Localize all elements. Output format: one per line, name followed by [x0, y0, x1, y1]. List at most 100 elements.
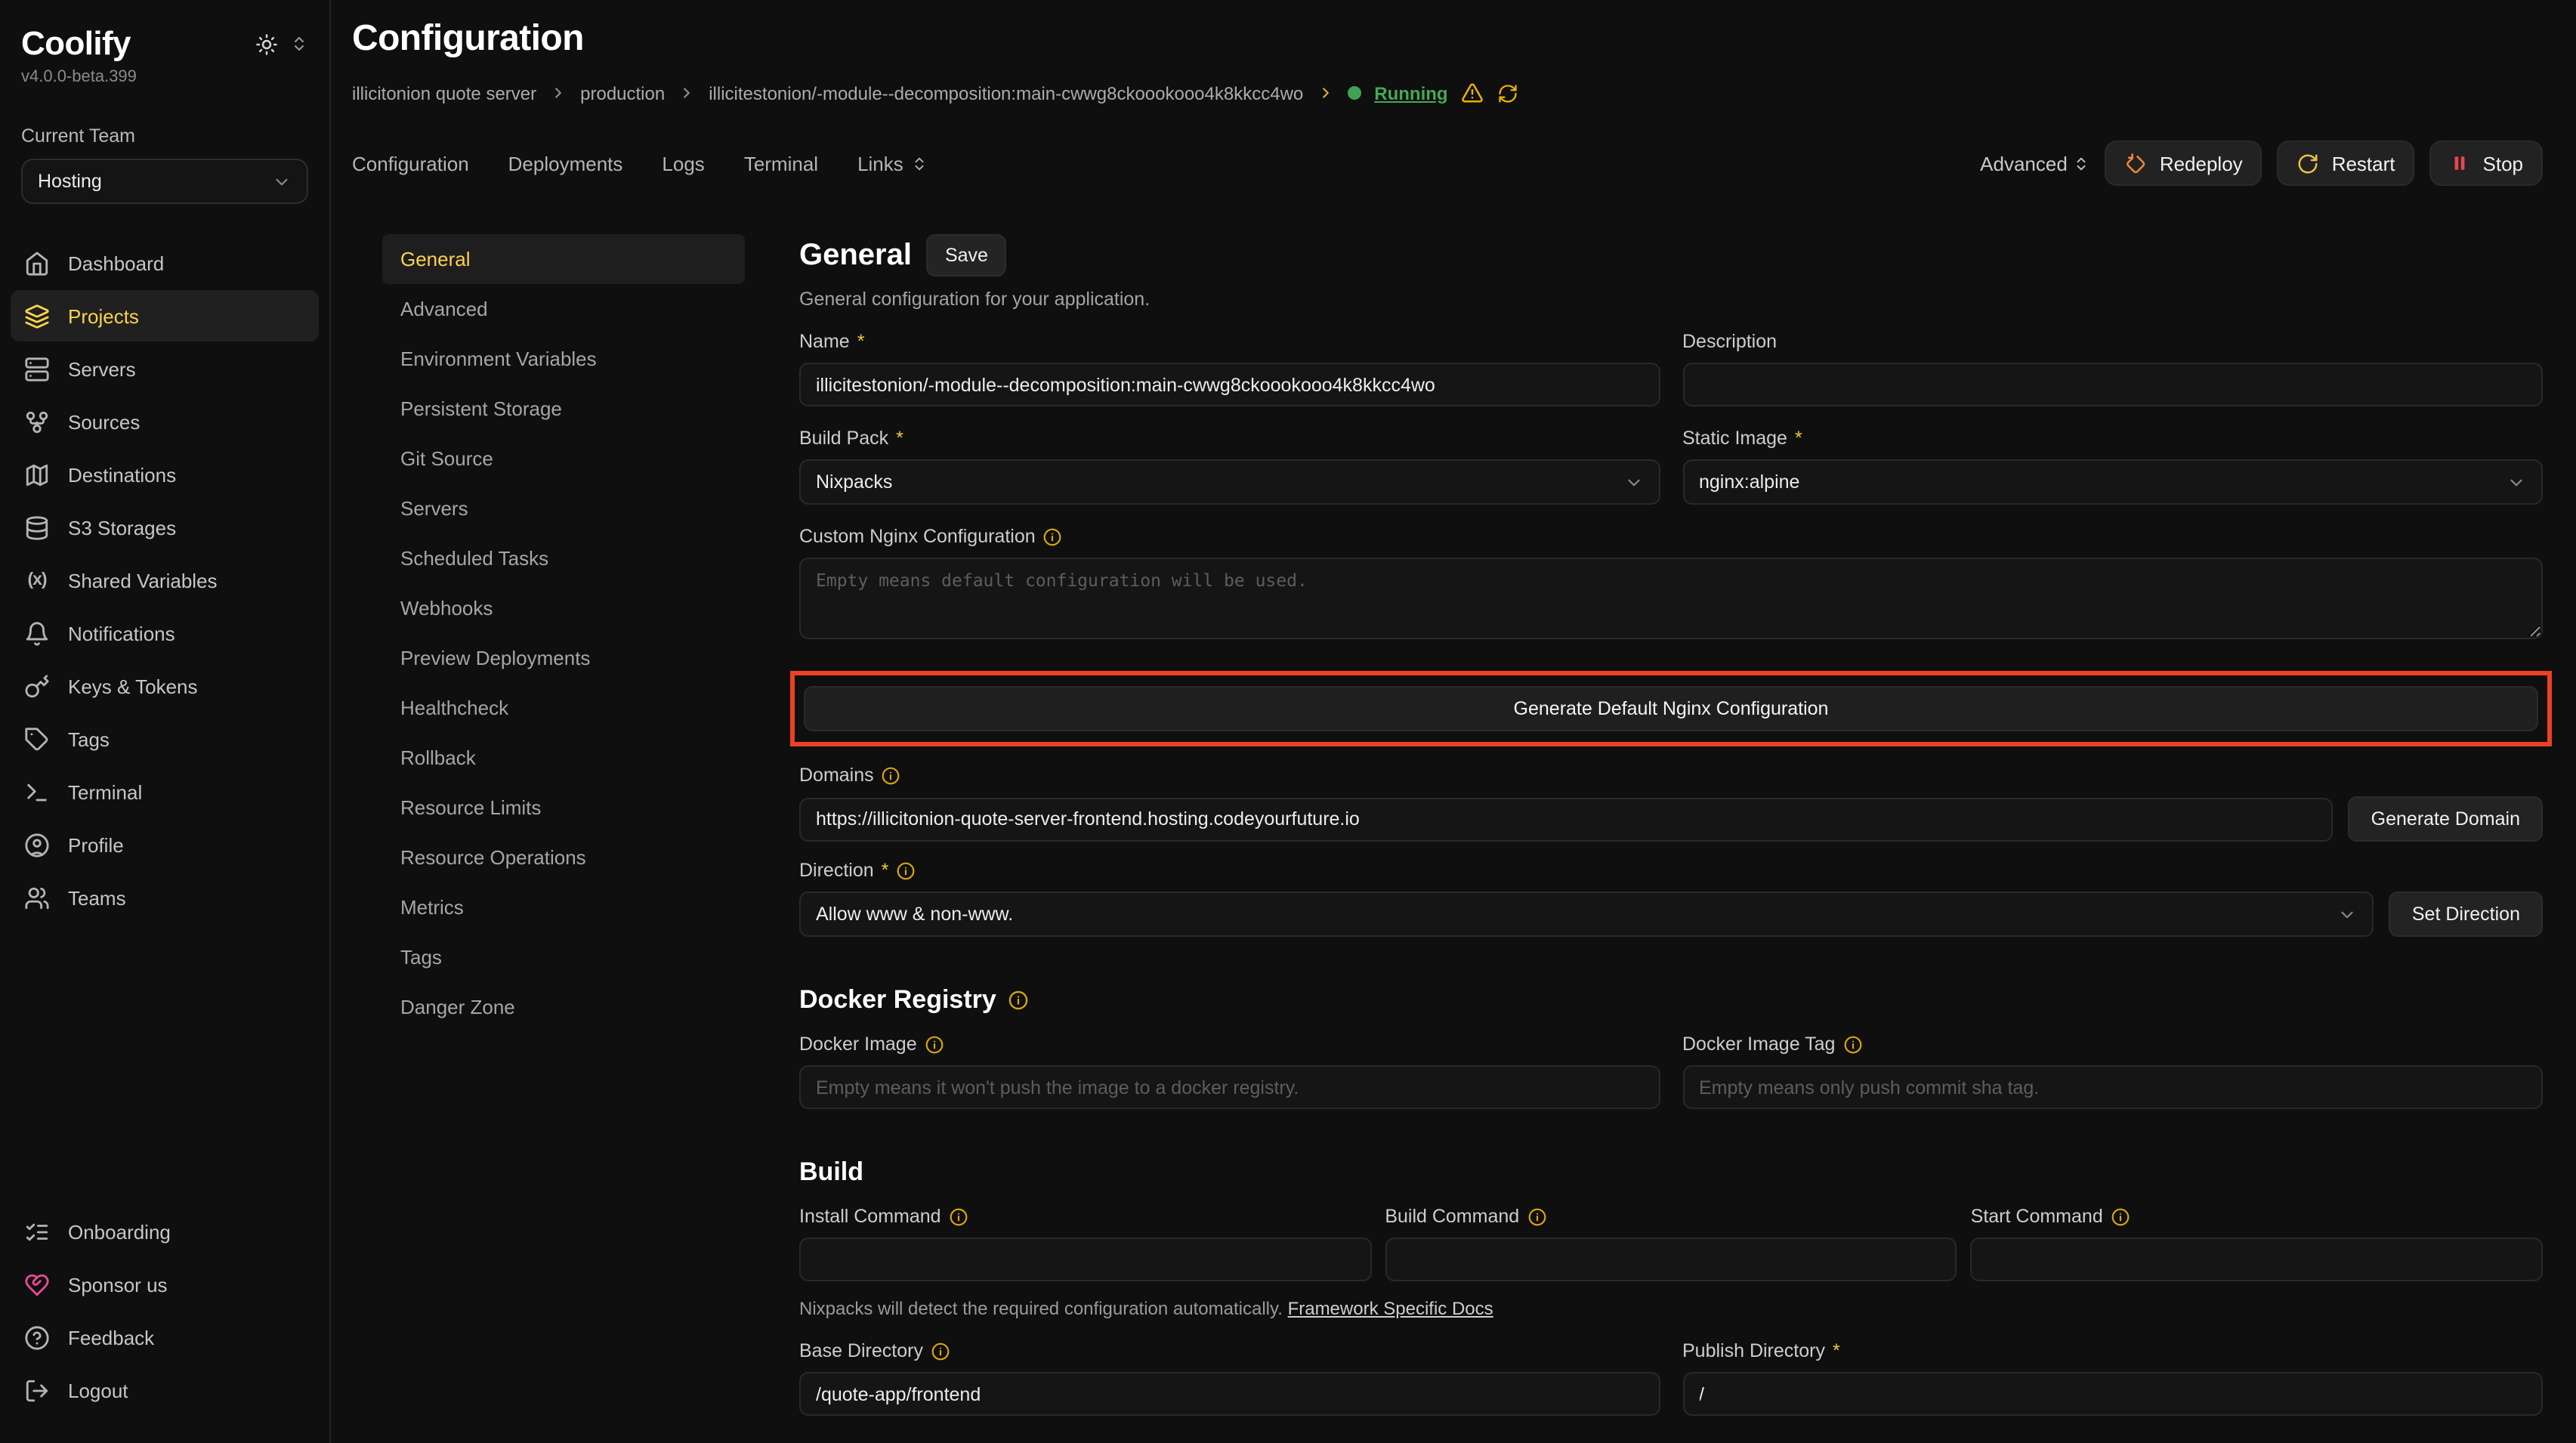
variable-icon: (x)	[24, 567, 50, 593]
domains-input[interactable]	[799, 797, 2334, 841]
subnav-persistent-storage[interactable]: Persistent Storage	[382, 384, 745, 434]
tab-logs[interactable]: Logs	[662, 152, 704, 175]
chevrons-up-down-icon[interactable]	[290, 35, 308, 53]
docker-image-tag-input[interactable]	[1682, 1065, 2543, 1109]
install-command-input[interactable]	[799, 1238, 1371, 1281]
docker-image-label: Docker Image	[799, 1034, 917, 1055]
restart-label: Restart	[2332, 152, 2395, 175]
sidebar-item-label: Onboarding	[68, 1220, 171, 1243]
sidebar-item-sources[interactable]: Sources	[11, 396, 319, 447]
redeploy-button[interactable]: Redeploy	[2105, 141, 2262, 186]
app-version: v4.0.0-beta.399	[21, 68, 308, 86]
sidebar-item-terminal[interactable]: Terminal	[11, 766, 319, 817]
sidebar-item-projects[interactable]: Projects	[11, 290, 319, 341]
tag-icon	[24, 726, 50, 752]
sidebar-item-tags[interactable]: Tags	[11, 713, 319, 765]
tab-configuration[interactable]: Configuration	[352, 152, 469, 175]
breadcrumb-application[interactable]: illicitestonion/-module--decomposition:m…	[709, 82, 1303, 104]
sidebar-item-s3-storages[interactable]: S3 Storages	[11, 502, 319, 553]
subnav-tags[interactable]: Tags	[382, 932, 745, 982]
info-icon[interactable]	[1842, 1034, 1862, 1054]
sidebar-item-sponsor[interactable]: Sponsor us	[11, 1259, 319, 1310]
general-form: General Save General configuration for y…	[799, 234, 2543, 1443]
info-icon[interactable]	[1008, 990, 1030, 1011]
database-icon	[24, 514, 50, 540]
restart-button[interactable]: Restart	[2278, 141, 2415, 186]
base-directory-input[interactable]	[799, 1372, 1660, 1416]
subnav-metrics[interactable]: Metrics	[382, 882, 745, 932]
sidebar-item-shared-variables[interactable]: (x) Shared Variables	[11, 555, 319, 606]
framework-docs-link[interactable]: Framework Specific Docs	[1288, 1298, 1493, 1319]
subnav-danger-zone[interactable]: Danger Zone	[382, 982, 745, 1032]
start-command-input[interactable]	[1971, 1238, 2543, 1281]
breadcrumb-environment[interactable]: production	[580, 82, 665, 104]
sidebar-item-notifications[interactable]: Notifications	[11, 607, 319, 659]
subnav-webhooks[interactable]: Webhooks	[382, 583, 745, 633]
subnav-git-source[interactable]: Git Source	[382, 434, 745, 484]
static-image-value: nginx:alpine	[1699, 471, 1799, 493]
subnav-servers[interactable]: Servers	[382, 484, 745, 533]
publish-directory-input[interactable]	[1682, 1372, 2543, 1416]
direction-select[interactable]: Allow www & non-www.	[799, 891, 2374, 937]
breadcrumb-project[interactable]: illicitonion quote server	[352, 82, 536, 104]
info-icon[interactable]	[882, 765, 901, 785]
app-logo-text[interactable]: Coolify	[21, 24, 243, 63]
subnav-environment-variables[interactable]: Environment Variables	[382, 334, 745, 384]
team-select-value: Hosting	[38, 171, 102, 192]
users-icon	[24, 885, 50, 910]
generate-domain-button[interactable]: Generate Domain	[2349, 796, 2543, 842]
restart-icon	[2297, 152, 2320, 175]
subnav-resource-operations[interactable]: Resource Operations	[382, 833, 745, 882]
info-icon[interactable]	[949, 1207, 968, 1226]
stop-button[interactable]: Stop	[2430, 141, 2544, 186]
tab-deployments[interactable]: Deployments	[508, 152, 623, 175]
content: General Advanced Environment Variables P…	[352, 234, 2543, 1443]
sidebar-item-dashboard[interactable]: Dashboard	[11, 237, 319, 289]
docker-image-input[interactable]	[799, 1065, 1660, 1109]
sidebar-item-destinations[interactable]: Destinations	[11, 449, 319, 500]
name-input[interactable]	[799, 363, 1660, 406]
status-badge[interactable]: Running	[1374, 82, 1447, 104]
tab-terminal[interactable]: Terminal	[744, 152, 818, 175]
info-icon[interactable]	[1043, 527, 1063, 546]
subnav-rollback[interactable]: Rollback	[382, 733, 745, 783]
subnav-resource-limits[interactable]: Resource Limits	[382, 783, 745, 833]
description-input[interactable]	[1682, 363, 2543, 406]
sidebar-item-profile[interactable]: Profile	[11, 819, 319, 870]
info-icon[interactable]	[896, 861, 916, 880]
team-select[interactable]: Hosting	[21, 159, 308, 204]
sidebar-item-feedback[interactable]: Feedback	[11, 1312, 319, 1363]
info-icon[interactable]	[925, 1034, 944, 1054]
sidebar-item-onboarding[interactable]: Onboarding	[11, 1206, 319, 1257]
sun-icon[interactable]	[255, 32, 278, 55]
advanced-dropdown[interactable]: Advanced	[1980, 152, 2090, 175]
generate-nginx-config-button[interactable]: Generate Default Nginx Configuration	[804, 686, 2538, 731]
sidebar-item-logout[interactable]: Logout	[11, 1364, 319, 1416]
info-icon[interactable]	[1527, 1207, 1546, 1226]
static-image-select[interactable]: nginx:alpine	[1682, 459, 2543, 505]
tab-links[interactable]: Links	[857, 152, 928, 175]
subnav-scheduled-tasks[interactable]: Scheduled Tasks	[382, 533, 745, 583]
sidebar-item-teams[interactable]: Teams	[11, 872, 319, 923]
refresh-icon[interactable]	[1498, 82, 1519, 104]
save-button[interactable]: Save	[927, 234, 1006, 277]
base-directory-label: Base Directory	[799, 1340, 923, 1361]
info-icon[interactable]	[931, 1341, 950, 1361]
sidebar-item-servers[interactable]: Servers	[11, 343, 319, 394]
subnav-preview-deployments[interactable]: Preview Deployments	[382, 633, 745, 683]
subnav-general[interactable]: General	[382, 234, 745, 284]
build-pack-select[interactable]: Nixpacks	[799, 459, 1660, 505]
sidebar-item-label: Terminal	[68, 780, 142, 803]
subnav-advanced[interactable]: Advanced	[382, 284, 745, 334]
section-subtitle: General configuration for your applicati…	[799, 289, 2543, 310]
subnav-healthcheck[interactable]: Healthcheck	[382, 683, 745, 733]
build-command-input[interactable]	[1385, 1238, 1957, 1281]
sidebar-item-keys-tokens[interactable]: Keys & Tokens	[11, 660, 319, 712]
info-icon[interactable]	[2111, 1207, 2130, 1226]
chevron-down-icon	[2507, 472, 2526, 492]
sidebar-nav: Dashboard Projects Servers Sources Desti…	[21, 237, 308, 923]
set-direction-button[interactable]: Set Direction	[2389, 891, 2543, 937]
warning-triangle-icon[interactable]	[1462, 82, 1484, 104]
sidebar-item-label: Shared Variables	[68, 569, 218, 592]
custom-nginx-textarea[interactable]	[799, 558, 2543, 639]
